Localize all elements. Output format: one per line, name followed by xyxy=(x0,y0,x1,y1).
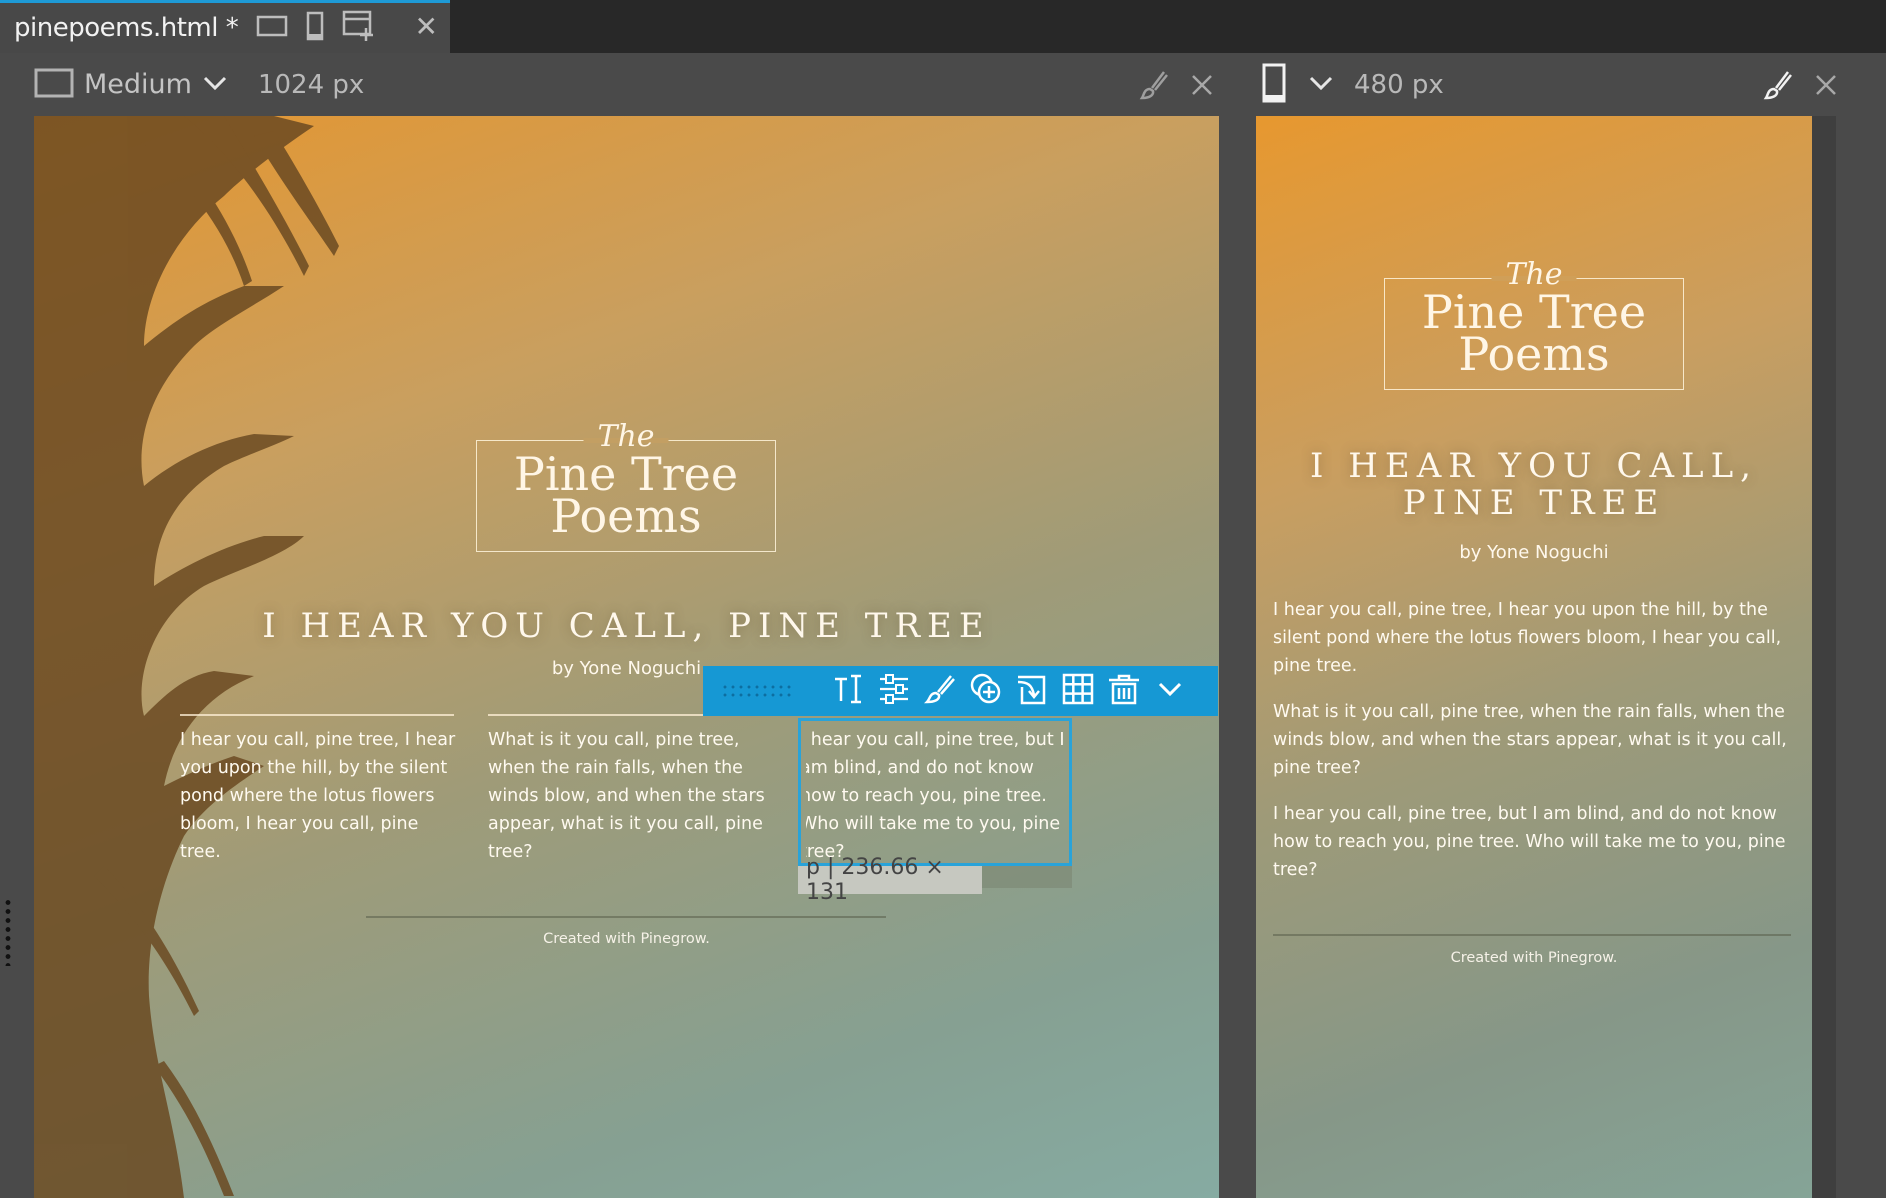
more-actions-button[interactable] xyxy=(1147,668,1193,714)
mobile-view-icon[interactable] xyxy=(306,11,324,45)
chevron-down-icon[interactable] xyxy=(1308,74,1334,96)
pane-width-label: 1024 px xyxy=(257,69,365,100)
column-rule xyxy=(180,714,454,716)
left-pane-header: Medium 1024 px xyxy=(34,53,1224,116)
page-preview-medium[interactable]: The Pine Tree Poems I HEAR YOU CALL, PIN… xyxy=(34,116,1219,1198)
toolbar-drag-handle[interactable] xyxy=(721,683,793,699)
style-button[interactable] xyxy=(917,668,963,714)
chevron-down-icon xyxy=(1157,680,1183,702)
footer-rule xyxy=(1273,934,1791,936)
insert-element-button[interactable] xyxy=(963,668,1009,714)
footer-credit: Created with Pinegrow. xyxy=(1450,950,1618,966)
poem-title: I HEAR YOU CALL, PINE TREE xyxy=(262,606,991,646)
desktop-view-icon[interactable] xyxy=(256,14,288,42)
close-pane-icon[interactable] xyxy=(1814,73,1838,101)
poem-title-line-1: I HEAR YOU CALL, xyxy=(1310,446,1758,486)
poem-paragraph-1[interactable]: I hear you call, pine tree, I hear you u… xyxy=(1273,596,1795,680)
right-pane-header: 480 px xyxy=(1262,53,1862,116)
poem-paragraph-1[interactable]: I hear you call, pine tree, I hear you u… xyxy=(180,726,464,866)
chevron-down-icon[interactable] xyxy=(202,74,228,96)
page-preview-mobile[interactable]: The Pine Tree Poems I HEAR YOU CALL, PIN… xyxy=(1256,116,1812,1198)
logo-line-2: Poems xyxy=(1458,327,1610,381)
side-panel-resize-handle[interactable] xyxy=(5,898,11,966)
brush-icon[interactable] xyxy=(1762,69,1794,105)
author-byline: by Yone Noguchi xyxy=(1459,542,1609,563)
mobile-device-icon[interactable] xyxy=(1262,63,1286,107)
element-toolbar xyxy=(703,666,1218,716)
insert-into-button[interactable] xyxy=(1009,668,1055,714)
sliders-icon xyxy=(878,673,910,709)
delete-button[interactable] xyxy=(1101,668,1147,714)
close-pane-icon[interactable] xyxy=(1190,73,1214,101)
add-page-view-icon[interactable] xyxy=(342,10,376,46)
poem-paragraph-3[interactable]: I hear you call, pine tree, but I am bli… xyxy=(1273,800,1795,884)
tab-title: pinepoems.html * xyxy=(14,13,239,43)
poem-paragraph-2[interactable]: What is it you call, pine tree, when the… xyxy=(488,726,772,866)
add-icon xyxy=(969,672,1003,710)
text-edit-icon xyxy=(833,673,863,709)
selected-element-outline[interactable] xyxy=(798,718,1072,866)
logo[interactable]: The Pine Tree Poems xyxy=(1384,257,1684,390)
trash-icon xyxy=(1108,673,1140,709)
desktop-device-icon[interactable] xyxy=(34,68,74,102)
pine-tree-silhouette xyxy=(34,116,339,1198)
selection-size-label: p | 236.66 × 131 xyxy=(798,855,982,905)
properties-button[interactable] xyxy=(871,668,917,714)
insert-into-icon xyxy=(1016,673,1048,709)
device-size-select[interactable]: Medium xyxy=(84,69,192,100)
footer-credit: Created with Pinegrow. xyxy=(543,931,710,947)
text-edit-button[interactable] xyxy=(825,668,871,714)
logo-line-2: Poems xyxy=(550,489,702,543)
grid-button[interactable] xyxy=(1055,668,1101,714)
poem-title-line-2: PINE TREE xyxy=(1402,483,1666,523)
brush-icon[interactable] xyxy=(1138,69,1170,105)
column-rule xyxy=(488,714,738,716)
pane-width-label: 480 px xyxy=(1354,69,1444,100)
logo[interactable]: The Pine Tree Poems xyxy=(476,419,776,552)
close-tab-icon[interactable]: ✕ xyxy=(415,13,438,41)
footer-rule xyxy=(366,916,886,918)
tab-bar: pinepoems.html * ✕ xyxy=(0,0,1886,53)
right-pane-scrollbar[interactable] xyxy=(1812,116,1836,1198)
brush-icon xyxy=(923,673,956,709)
grid-icon xyxy=(1062,673,1094,709)
tab-pinepoems[interactable]: pinepoems.html * ✕ xyxy=(0,0,450,53)
poem-paragraph-2[interactable]: What is it you call, pine tree, when the… xyxy=(1273,698,1795,782)
